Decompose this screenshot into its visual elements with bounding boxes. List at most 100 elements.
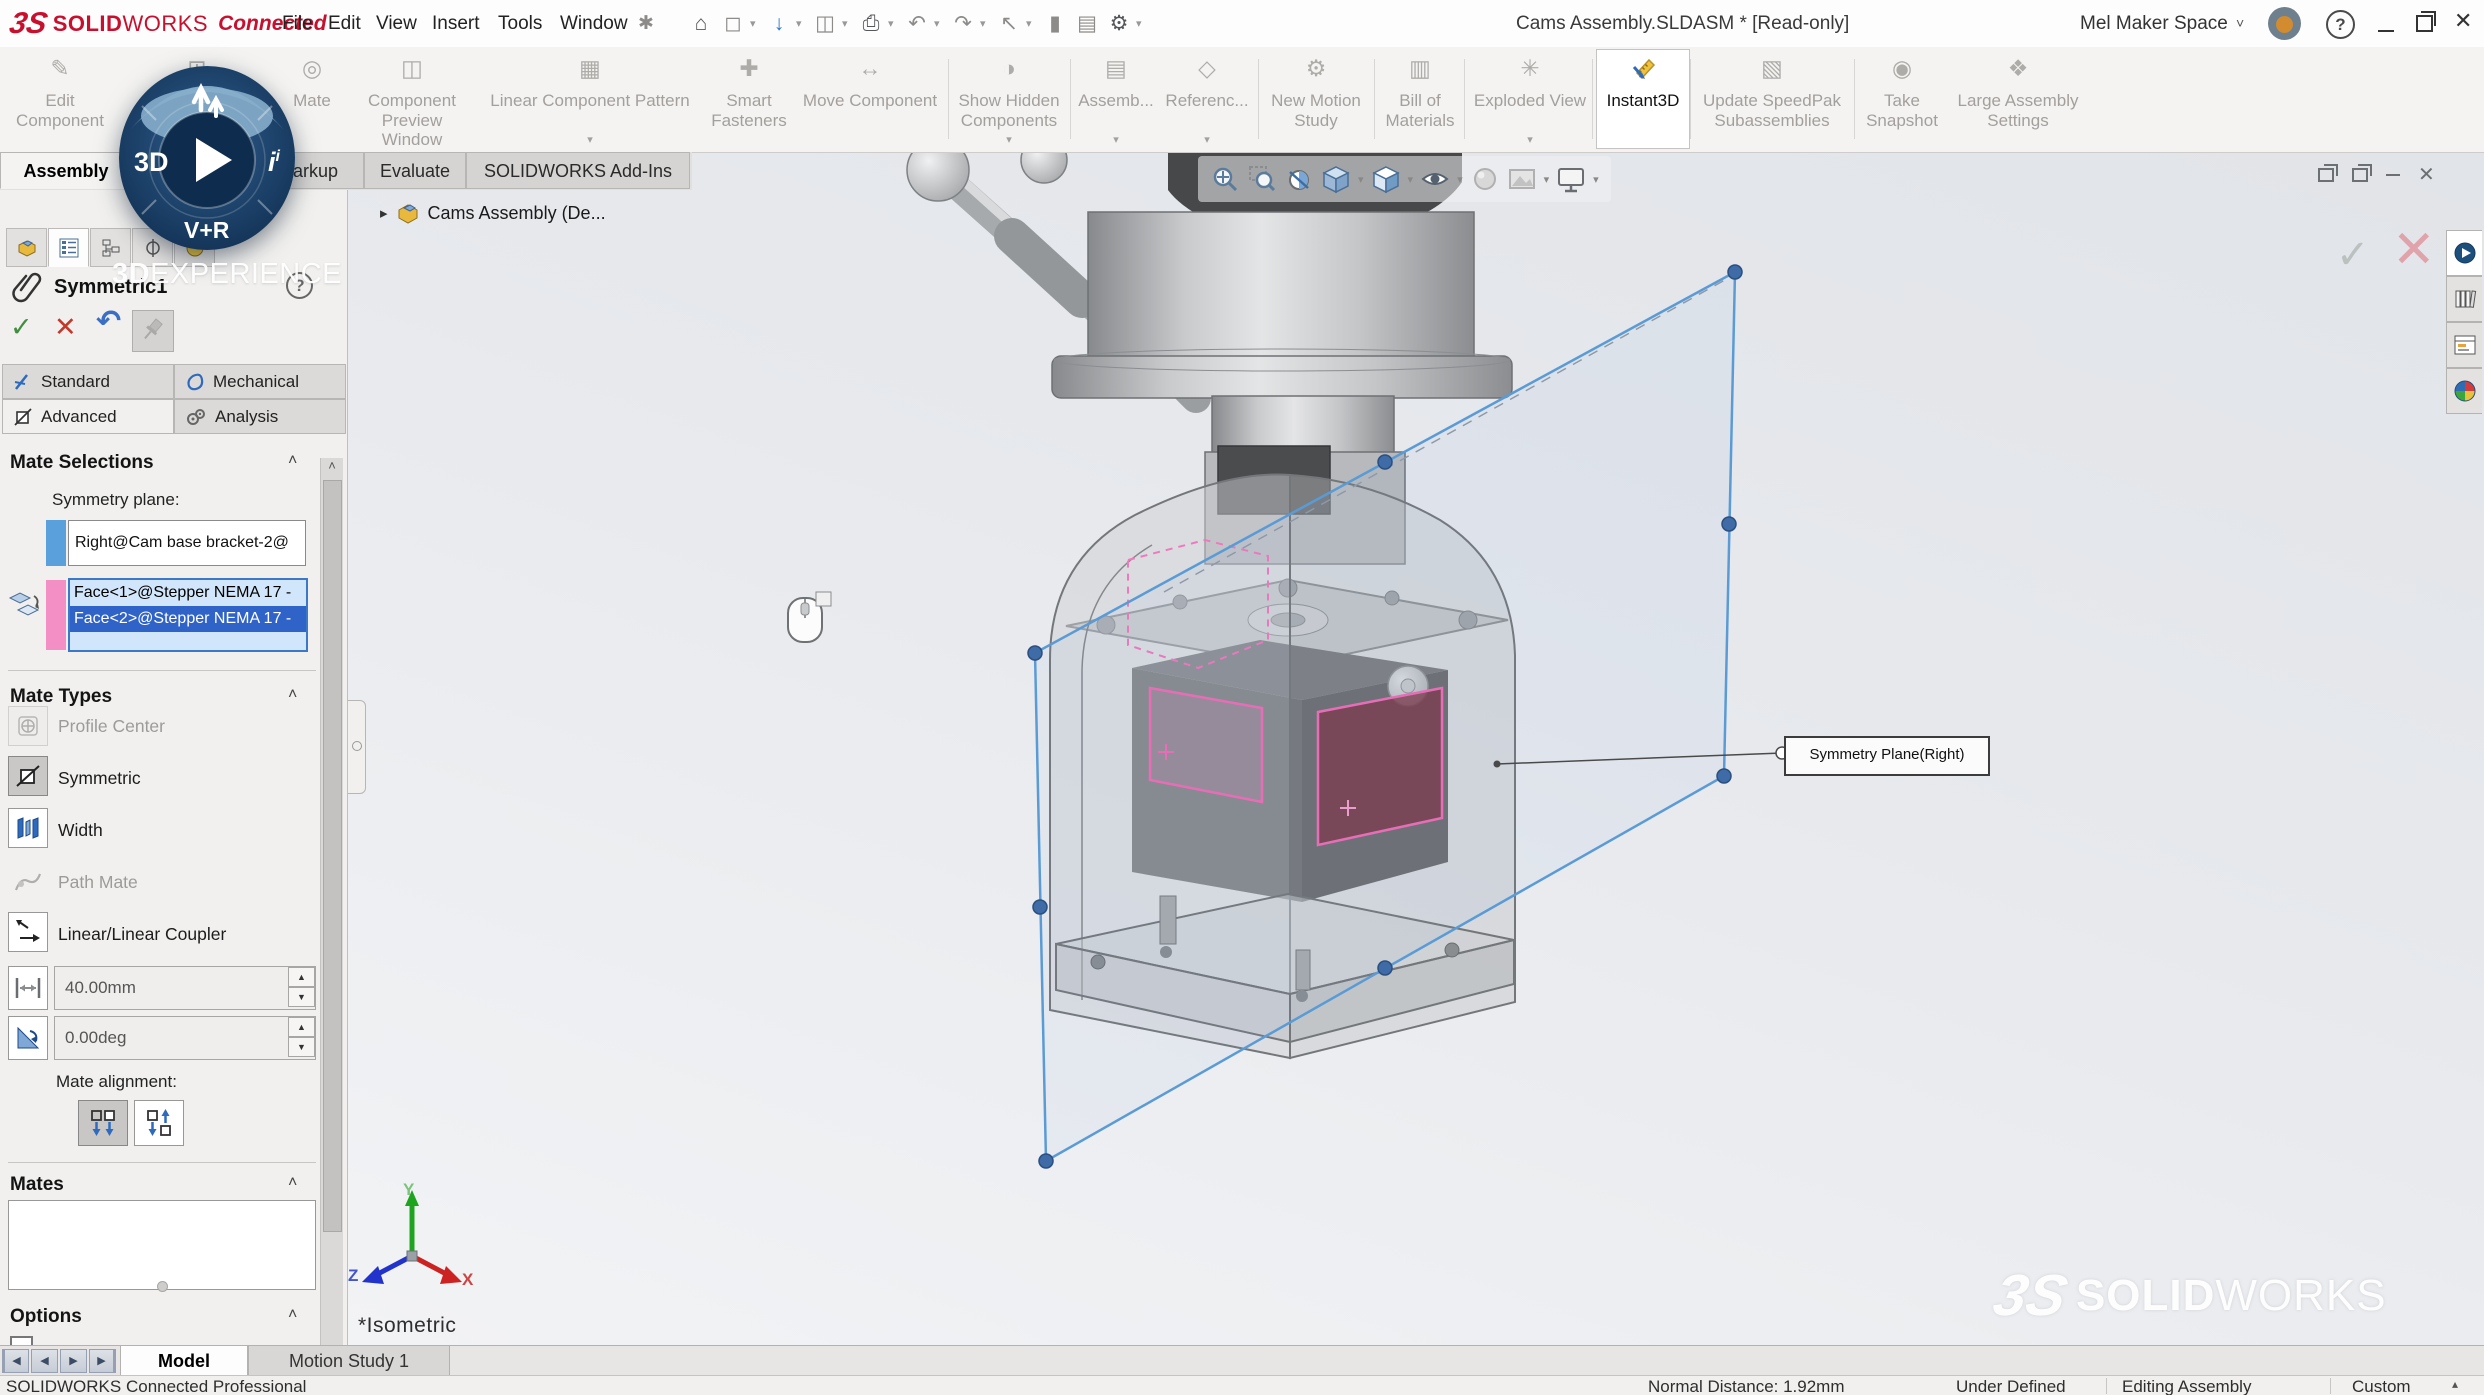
spin-up-icon[interactable]: ▲ [288, 1017, 315, 1037]
select-cursor-icon[interactable]: ↖ [994, 11, 1024, 36]
tab-motion-study[interactable]: Motion Study 1 [248, 1346, 450, 1376]
exploded-view-button[interactable]: ✳Exploded View▾ [1468, 50, 1592, 148]
workspace-selector[interactable]: Mel Maker Space [2080, 0, 2228, 47]
options-list-icon[interactable]: ▤ [1072, 11, 1102, 36]
dropdown-arrow-icon[interactable]: ▾ [1006, 134, 1012, 147]
first-tab-button[interactable]: ◀ [2, 1349, 29, 1373]
pin-menu-icon[interactable]: ✱ [628, 0, 664, 47]
touch-toggle-icon[interactable]: ▮ [1040, 11, 1070, 36]
restore-app-icon[interactable] [2416, 15, 2433, 32]
dropdown-arrow-icon[interactable]: ▾ [1204, 134, 1210, 147]
mate-selections-header[interactable]: Mate Selections [10, 452, 154, 474]
expand-tree-icon[interactable]: ▸ [380, 204, 388, 222]
panel-splitter-handle[interactable] [348, 700, 366, 794]
linear-coupler-icon[interactable] [8, 912, 48, 952]
tab-model[interactable]: Model [120, 1346, 248, 1376]
mate-type-symmetric[interactable]: Symmetric [58, 768, 141, 789]
menu-edit[interactable]: Edit [318, 0, 371, 47]
close-window-icon[interactable]: ✕ [2418, 162, 2435, 187]
confirm-cancel-icon[interactable]: ✕ [2392, 220, 2436, 280]
keep-visible-pin-button[interactable] [132, 310, 174, 352]
mate-type-profile-center[interactable]: Profile Center [58, 716, 165, 737]
breadcrumb[interactable]: ▸ Cams Assembly (De... [380, 198, 606, 228]
resize-handle[interactable] [157, 1281, 168, 1292]
mate-type-path[interactable]: Path Mate [58, 872, 138, 893]
next-tab-button[interactable]: ▶ [60, 1349, 87, 1373]
symmetric-mate-icon[interactable] [8, 756, 48, 796]
undo-icon[interactable]: ↶ [902, 11, 932, 36]
tab-property-manager[interactable] [48, 228, 89, 267]
face-entity-row[interactable]: Face<1>@Stepper NEMA 17 - [70, 580, 306, 606]
dropdown-arrow-icon[interactable]: ▾ [1026, 17, 1038, 30]
tab-appearances[interactable] [2446, 368, 2482, 414]
tab-mechanical-mates[interactable]: Mechanical [174, 364, 346, 399]
assembly-features-button[interactable]: ▤Assemb...▾ [1074, 50, 1158, 148]
aligned-button[interactable] [78, 1100, 128, 1146]
cancel-button[interactable]: ✕ [54, 312, 77, 343]
dropdown-arrow-icon[interactable]: ▾ [796, 17, 808, 30]
save-icon[interactable]: ◫ [810, 11, 840, 36]
options-header[interactable]: Options [10, 1306, 82, 1328]
dropdown-arrow-icon[interactable]: ▾ [1457, 173, 1463, 186]
show-hidden-components-button[interactable]: ◑Show Hidden Components▾ [952, 50, 1066, 148]
bill-of-materials-button[interactable]: ▥Bill of Materials [1378, 50, 1462, 148]
collapse-icon[interactable]: ˄ [288, 1306, 297, 1324]
menu-window[interactable]: Window [550, 0, 638, 47]
face-entity-row-selected[interactable]: Face<2>@Stepper NEMA 17 - [70, 606, 306, 632]
update-speedpak-button[interactable]: ▧Update SpeedPak Subassemblies [1694, 50, 1850, 148]
menu-tools[interactable]: Tools [488, 0, 552, 47]
collapse-icon[interactable]: ˄ [288, 452, 297, 470]
tab-design-library[interactable] [2446, 276, 2482, 322]
restore-window-icon[interactable] [2352, 168, 2368, 182]
mate-type-linear-coupler[interactable]: Linear/Linear Coupler [58, 924, 226, 945]
take-snapshot-button[interactable]: ◉Take Snapshot [1860, 50, 1944, 148]
compass-vr-label[interactable]: V+R [184, 217, 230, 243]
edit-component-button[interactable]: ✎Edit Component [2, 50, 118, 148]
confirm-ok-icon[interactable]: ✓ [2336, 232, 2370, 278]
move-component-button[interactable]: ↔Move Component [796, 50, 944, 148]
dropdown-arrow-icon[interactable]: ▾ [980, 17, 992, 30]
tab-3dexperience[interactable] [2446, 230, 2482, 276]
spin-up-icon[interactable]: ▲ [288, 967, 315, 987]
prev-tab-button[interactable]: ◀ [31, 1349, 58, 1373]
dropdown-arrow-icon[interactable]: ▾ [750, 17, 762, 30]
dropdown-arrow-icon[interactable]: ▾ [1113, 134, 1119, 147]
anti-aligned-button[interactable] [134, 1100, 184, 1146]
minimize-app-icon[interactable] [2378, 30, 2394, 32]
tab-standard-mates[interactable]: Standard [2, 364, 174, 399]
tab-custom-properties[interactable] [2446, 322, 2482, 368]
dropdown-arrow-icon[interactable]: ▾ [842, 17, 854, 30]
ok-button[interactable]: ✓ [10, 312, 33, 343]
mate-entities-list[interactable]: Face<1>@Stepper NEMA 17 - Face<2>@Steppe… [68, 578, 308, 652]
spin-down-icon[interactable]: ▼ [288, 987, 315, 1007]
last-tab-button[interactable]: ▶ [89, 1349, 116, 1373]
tab-solidworks-addins[interactable]: SOLIDWORKS Add-Ins [466, 152, 690, 189]
dropdown-arrow-icon[interactable]: ▾ [934, 17, 946, 30]
dropdown-arrow-icon[interactable]: ▾ [1136, 17, 1148, 30]
dropdown-arrow-icon[interactable]: ▾ [1544, 173, 1550, 186]
hide-show-items-icon[interactable] [1420, 164, 1450, 194]
tab-analysis[interactable]: Analysis [174, 399, 346, 434]
linear-component-pattern-button[interactable]: ▦Linear Component Pattern▾ [478, 50, 702, 148]
3dexperience-compass[interactable]: 3D ii V+R [112, 58, 302, 258]
compass-3d-label[interactable]: 3D [134, 147, 169, 177]
minimize-window-icon[interactable] [2386, 174, 2400, 176]
dropdown-arrow-icon[interactable]: ▾ [1358, 173, 1364, 186]
new-document-icon[interactable]: ◻ [718, 11, 748, 36]
print-icon[interactable]: ⎙ [856, 12, 886, 36]
tab-feature-manager[interactable] [6, 228, 47, 267]
dropdown-arrow-icon[interactable]: ▾ [888, 17, 900, 30]
mates-list-box[interactable] [8, 1200, 316, 1290]
tab-evaluate[interactable]: Evaluate [364, 152, 466, 189]
dropdown-arrow-icon[interactable]: ▾ [1408, 173, 1414, 186]
tile-window-icon[interactable] [2318, 168, 2334, 182]
menu-view[interactable]: View [366, 0, 427, 47]
dropdown-arrow-icon[interactable]: ▾ [587, 134, 593, 147]
path-mate-icon[interactable] [8, 862, 48, 902]
smart-fasteners-button[interactable]: ✚Smart Fasteners [706, 50, 792, 148]
collapse-icon[interactable]: ˄ [288, 686, 297, 704]
undo-button[interactable]: ↶ [96, 304, 121, 339]
dropdown-arrow-icon[interactable]: ▾ [1593, 173, 1599, 186]
scroll-up-icon[interactable]: ˄ [321, 458, 343, 478]
width-mate-icon[interactable] [8, 808, 48, 848]
